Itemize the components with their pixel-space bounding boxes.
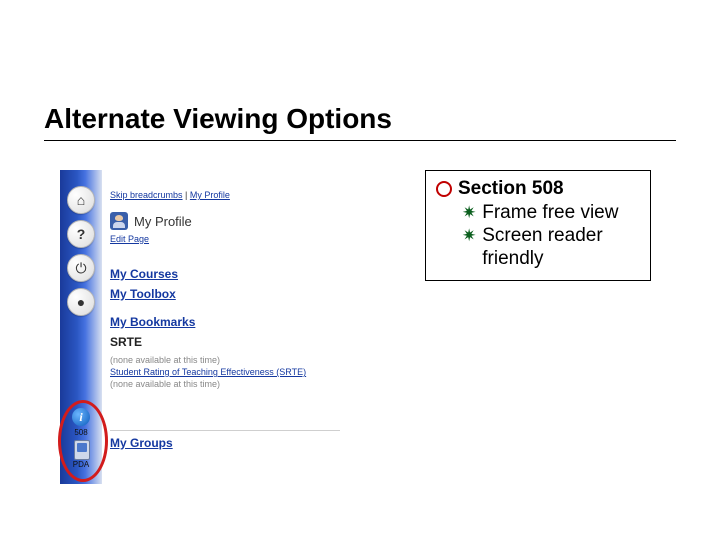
power-icon: ⏻ (75, 260, 86, 277)
nav-srte: SRTE (110, 335, 396, 349)
user-button[interactable]: ● (67, 288, 95, 316)
bullet-star-icon: ✷ (462, 227, 476, 244)
info-item-2: Screen reader friendly (482, 224, 642, 270)
home-icon: ⌂ (77, 192, 85, 208)
accessibility-508-button[interactable]: i (72, 408, 90, 426)
home-button[interactable]: ⌂ (67, 186, 95, 214)
divider (110, 430, 340, 431)
help-button[interactable]: ? (67, 220, 95, 248)
srte-none-1: (none available at this time) (110, 355, 396, 365)
info-heading: Section 508 (458, 177, 564, 201)
nav-my-groups[interactable]: My Groups (110, 436, 173, 450)
help-icon: ? (77, 226, 86, 242)
skip-breadcrumbs-link[interactable]: Skip breadcrumbs (110, 190, 183, 200)
label-508: 508 (60, 428, 102, 437)
user-icon: ● (77, 294, 85, 310)
bullet-circle-icon (436, 181, 452, 197)
nav-my-courses[interactable]: My Courses (110, 267, 396, 281)
info-item-1: Frame free view (482, 201, 618, 224)
srte-none-2: (none available at this time) (110, 379, 396, 389)
info-box: Section 508 ✷ Frame free view ✷ Screen r… (425, 170, 651, 281)
breadcrumb-profile-link[interactable]: My Profile (190, 190, 230, 200)
main-content: Skip breadcrumbs | My Profile My Profile… (110, 170, 396, 389)
sidebar: ⌂ ? ⏻ ● i 508 PDA (60, 170, 102, 484)
pda-view-button[interactable] (74, 440, 90, 460)
page-title: My Profile (134, 214, 192, 229)
edit-page-link[interactable]: Edit Page (110, 234, 149, 244)
title-underline (44, 140, 676, 141)
power-button[interactable]: ⏻ (67, 254, 95, 282)
srte-link[interactable]: Student Rating of Teaching Effectiveness… (110, 367, 396, 377)
breadcrumb-sep: | (183, 190, 190, 200)
breadcrumb: Skip breadcrumbs | My Profile (110, 190, 396, 200)
slide-title: Alternate Viewing Options (44, 103, 392, 135)
app-screenshot: ⌂ ? ⏻ ● i 508 PDA Skip breadcrumbs | My … (60, 170, 400, 484)
info-icon: i (79, 410, 82, 425)
nav-my-toolbox[interactable]: My Toolbox (110, 287, 396, 301)
bullet-star-icon: ✷ (462, 204, 476, 221)
nav-my-bookmarks[interactable]: My Bookmarks (110, 315, 396, 329)
avatar-icon (110, 212, 128, 230)
label-pda: PDA (60, 460, 102, 469)
